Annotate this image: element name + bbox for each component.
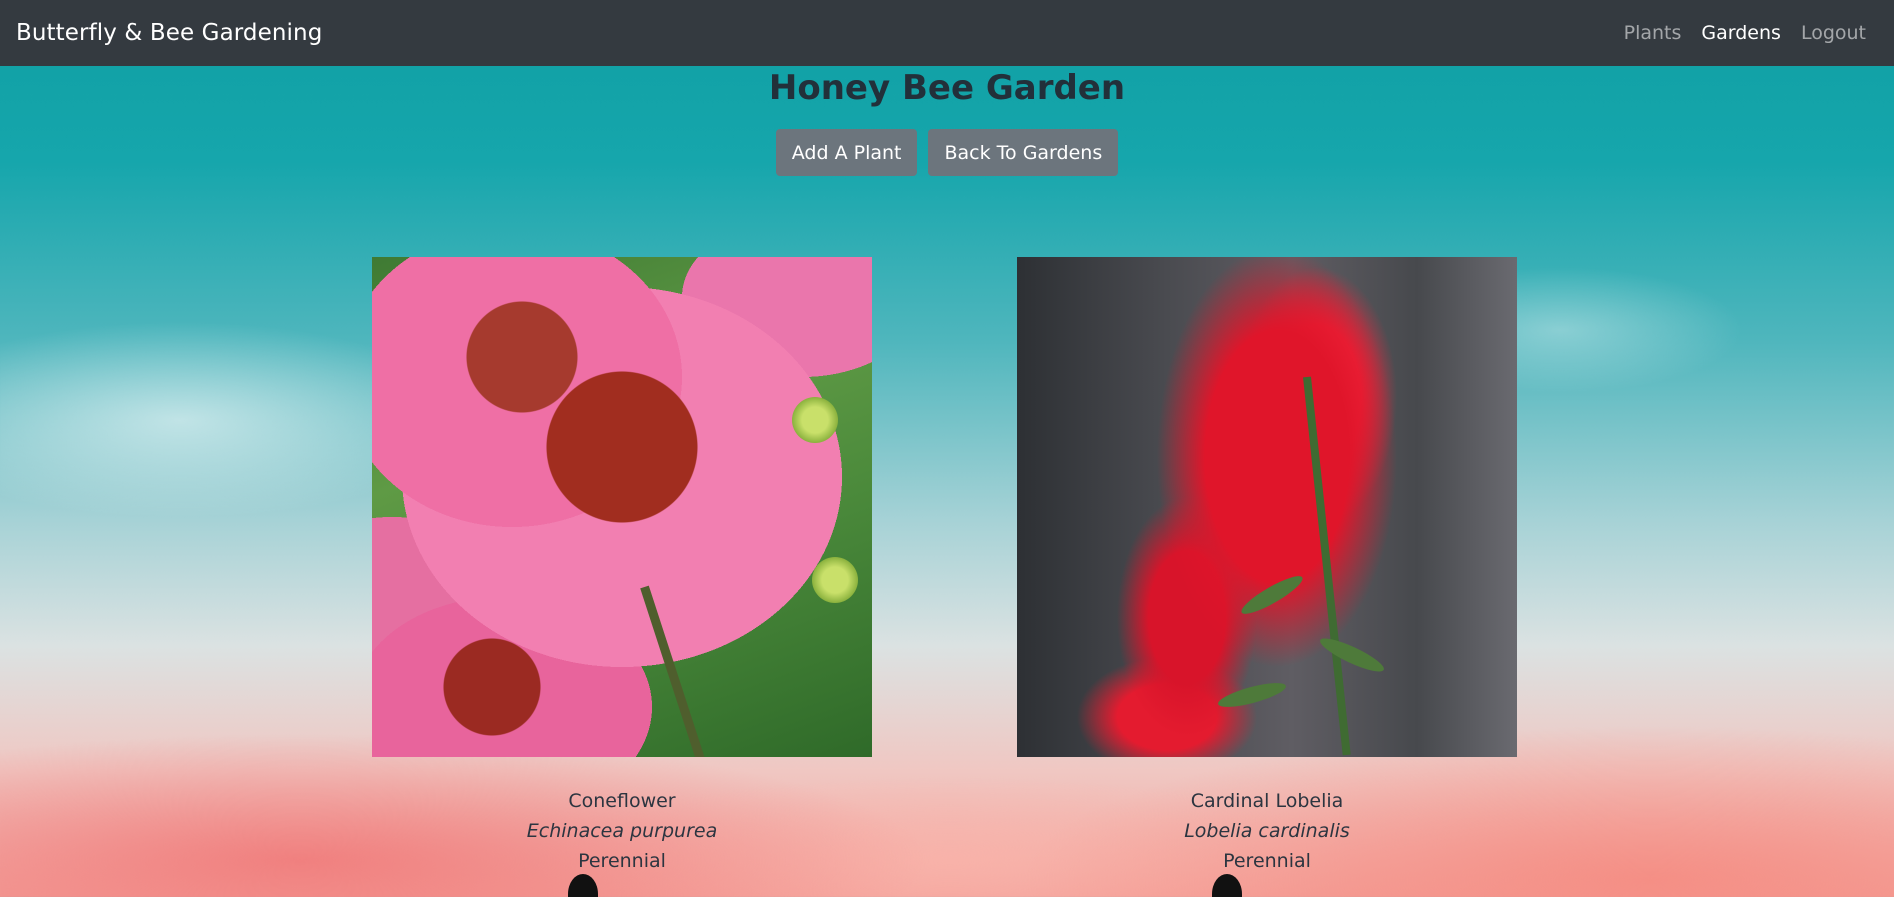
stem-graphic	[1303, 376, 1351, 756]
add-plant-button[interactable]: Add A Plant	[775, 129, 918, 176]
action-buttons: Add A Plant Back To Gardens	[0, 129, 1894, 176]
plant-common-name: Coneflower	[568, 790, 676, 812]
plant-life-cycle: Perennial	[578, 850, 666, 872]
page-title: Honey Bee Garden	[768, 68, 1126, 108]
leaf-graphic	[1237, 570, 1307, 620]
plant-common-name: Cardinal Lobelia	[1190, 790, 1344, 812]
brand-logo-text[interactable]: Butterfly & Bee Gardening	[16, 20, 322, 46]
silhouette-graphic	[1212, 874, 1242, 897]
nav-link-plants[interactable]: Plants	[1624, 22, 1682, 44]
nav-link-gardens[interactable]: Gardens	[1701, 22, 1781, 44]
plant-info: Coneflower Echinacea purpurea Perennial	[372, 786, 872, 876]
back-to-gardens-button[interactable]: Back To Gardens	[928, 129, 1119, 176]
nav-link-logout[interactable]: Logout	[1801, 22, 1866, 44]
nav-links: Plants Gardens Logout	[1624, 22, 1878, 44]
plant-card-coneflower: Coneflower Echinacea purpurea Perennial	[372, 257, 872, 876]
plant-info: Cardinal Lobelia Lobelia cardinalis Pere…	[1017, 786, 1517, 876]
silhouette-graphic	[568, 874, 598, 897]
plant-card-cardinal-lobelia: Cardinal Lobelia Lobelia cardinalis Pere…	[1017, 257, 1517, 876]
plant-life-cycle: Perennial	[1223, 850, 1311, 872]
plant-scientific-name: Echinacea purpurea	[526, 820, 718, 842]
cardinal-lobelia-photo	[1017, 257, 1517, 757]
plant-scientific-name: Lobelia cardinalis	[1184, 820, 1350, 842]
leaf-graphic	[1316, 632, 1388, 678]
bud-graphic	[812, 557, 858, 603]
navbar: Butterfly & Bee Gardening Plants Gardens…	[0, 0, 1894, 66]
leaf-graphic	[1216, 678, 1288, 712]
coneflower-photo	[372, 257, 872, 757]
stem-graphic	[640, 585, 705, 757]
bud-graphic	[792, 397, 838, 443]
